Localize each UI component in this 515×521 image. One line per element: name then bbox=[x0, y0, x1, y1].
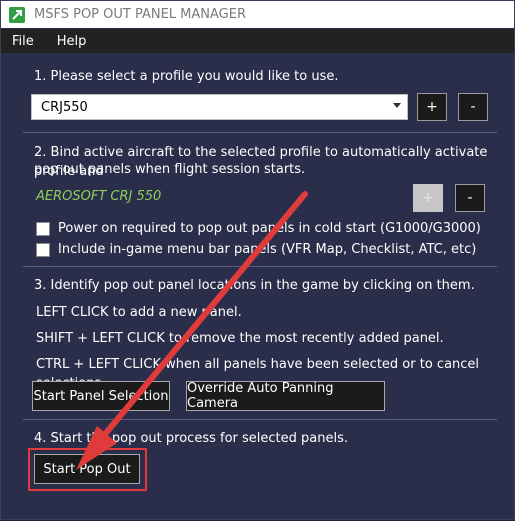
title-bar: MSFS POP OUT PANEL MANAGER bbox=[1, 1, 514, 28]
bound-aircraft-label: AEROSOFT CRJ 550 bbox=[36, 189, 162, 204]
left-click-hint: LEFT CLICK to add a new panel. bbox=[36, 305, 242, 320]
step1-instruction: 1. Please select a profile you would lik… bbox=[34, 69, 339, 84]
unbind-aircraft-button[interactable]: - bbox=[455, 184, 485, 212]
window-title: MSFS POP OUT PANEL MANAGER bbox=[34, 7, 246, 22]
chevron-down-icon bbox=[393, 103, 401, 108]
menu-help[interactable]: Help bbox=[46, 34, 99, 49]
power-on-required-label: Power on required to pop out panels in c… bbox=[58, 221, 481, 236]
annotation-highlight-box bbox=[28, 448, 147, 491]
menu-bar: File Help bbox=[1, 29, 514, 53]
include-menu-bar-label: Include in-game menu bar panels (VFR Map… bbox=[58, 242, 477, 257]
app-icon bbox=[9, 6, 25, 23]
divider bbox=[23, 266, 497, 267]
profile-select[interactable]: CRJ550 bbox=[31, 94, 408, 120]
app-window: MSFS POP OUT PANEL MANAGER File Help 1. … bbox=[0, 0, 515, 520]
step3-instruction: 3. Identify pop out panel locations in t… bbox=[34, 278, 475, 293]
step4-instruction: 4. Start the pop out process for selecte… bbox=[34, 431, 348, 446]
start-panel-selection-button[interactable]: Start Panel Selection bbox=[32, 381, 170, 411]
power-on-required-checkbox-row[interactable]: Power on required to pop out panels in c… bbox=[36, 221, 481, 236]
add-profile-button[interactable]: + bbox=[417, 93, 447, 121]
override-auto-panning-camera-button[interactable]: Override Auto Panning Camera bbox=[186, 381, 385, 411]
bind-aircraft-button[interactable]: + bbox=[413, 184, 443, 212]
shift-click-hint: SHIFT + LEFT CLICK to remove the most re… bbox=[36, 331, 444, 346]
power-on-required-checkbox[interactable] bbox=[36, 221, 50, 236]
include-menu-bar-checkbox-row[interactable]: Include in-game menu bar panels (VFR Map… bbox=[36, 242, 476, 257]
include-menu-bar-checkbox[interactable] bbox=[36, 242, 50, 257]
menu-file[interactable]: File bbox=[1, 34, 46, 49]
remove-profile-button[interactable]: - bbox=[458, 93, 488, 121]
step2-instruction-line2: pop out panels when flight session start… bbox=[34, 162, 306, 177]
divider bbox=[23, 132, 497, 133]
profile-select-value: CRJ550 bbox=[41, 99, 88, 115]
divider bbox=[23, 419, 497, 420]
